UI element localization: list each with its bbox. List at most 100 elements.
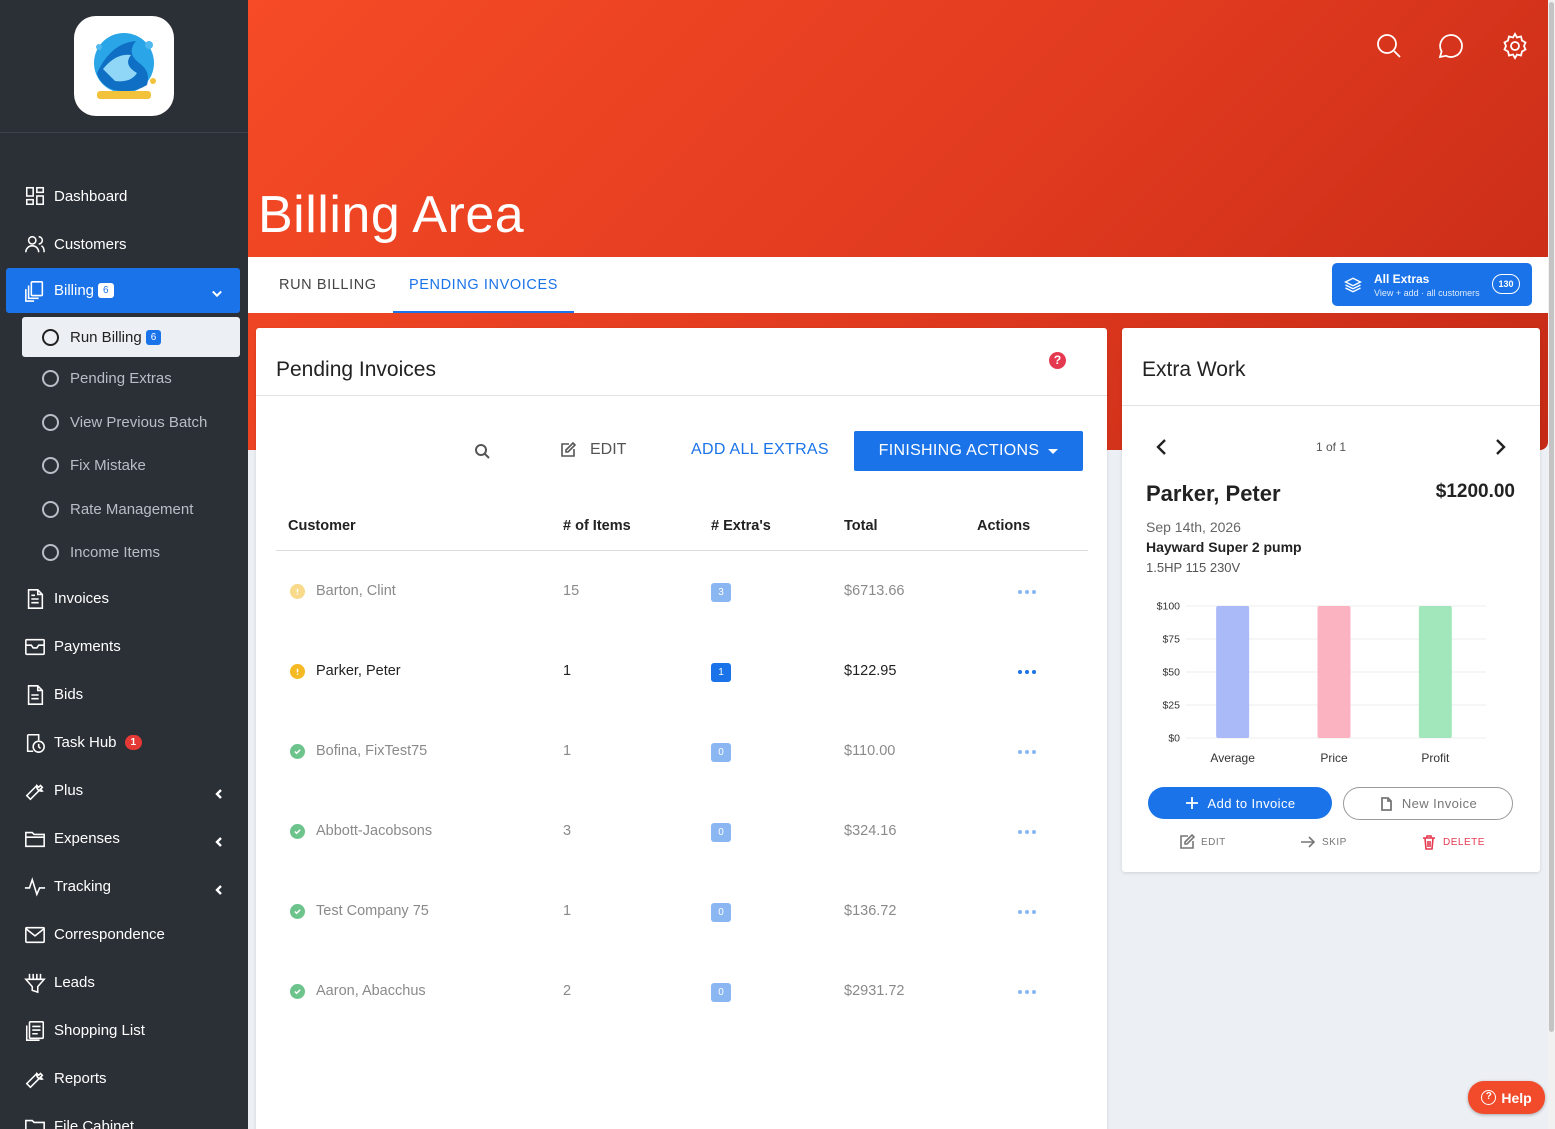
sidebar-item-label: Billing [54,282,95,299]
sidebar-item-label: Expenses [54,830,120,847]
table-row[interactable]: Barton, Clint 15 3 $6713.66 [276,551,1088,631]
sidebar-item-billing[interactable]: Billing 6 [6,268,240,313]
gear-icon[interactable] [1501,32,1529,60]
sidebar-item-tracking[interactable]: Tracking [0,863,248,911]
sidebar-subitem-fix-mistake[interactable]: Fix Mistake [0,444,248,488]
payments-icon [24,636,46,658]
table-row[interactable]: Test Company 75 1 0 $136.72 [276,871,1088,951]
sidebar-item-correspondence[interactable]: Correspondence [0,911,248,959]
chevron-left-icon[interactable] [214,786,224,799]
extra-customer-name: Parker, Peter [1146,481,1281,506]
more-actions-icon[interactable] [1018,830,1036,834]
extra-skip-button[interactable]: SKIP [1300,834,1347,850]
sidebar-item-payments[interactable]: Payments [0,623,248,671]
chevron-down-icon[interactable] [212,286,224,297]
sidebar-subitem-run-billing[interactable]: Run Billing 6 [22,317,240,357]
logo-area [0,0,248,133]
company-logo[interactable] [74,16,174,116]
help-question-icon[interactable]: ? [1049,352,1066,369]
customer-name[interactable]: Abbott-Jacobsons [316,823,432,839]
more-actions-icon[interactable] [1018,990,1036,994]
customer-name[interactable]: Parker, Peter [316,663,401,679]
clock-icon [24,732,46,754]
check-icon [290,904,305,919]
extra-delete-button[interactable]: DELETE [1421,834,1485,850]
extra-edit-button[interactable]: EDIT [1179,834,1226,850]
all-extras-subtitle: View + add · all customers [1374,287,1480,298]
chevron-right-icon[interactable] [1493,438,1509,456]
sidebar-item-customers[interactable]: Customers [0,220,248,268]
sidebar-item-invoices[interactable]: Invoices [0,575,248,623]
tab-run-billing[interactable]: RUN BILLING [279,257,377,313]
circle-icon [42,370,59,388]
help-button[interactable]: ? Help [1468,1081,1545,1114]
pending-invoices-table: Customer # of Items # Extra's Total Acti… [276,506,1088,1031]
task-hub-badge: 1 [124,735,143,750]
customer-name[interactable]: Test Company 75 [316,903,429,919]
table-row[interactable]: Abbott-Jacobsons 3 0 $324.16 [276,791,1088,871]
row-total: $122.95 [844,663,897,679]
chevron-left-icon[interactable] [214,882,224,895]
sidebar-subitem-pending-extras[interactable]: Pending Extras [0,357,248,401]
more-actions-icon[interactable] [1018,750,1036,754]
row-total: $324.16 [844,823,897,839]
new-invoice-button[interactable]: New Invoice [1343,787,1513,820]
more-actions-icon[interactable] [1018,670,1036,674]
sidebar-subitem-income-items[interactable]: Income Items [0,531,248,575]
customer-name[interactable]: Barton, Clint [316,583,396,599]
row-total: $6713.66 [844,583,905,599]
more-actions-icon[interactable] [1018,910,1036,914]
extras-badge: 3 [711,583,731,602]
all-extras-count: 130 [1492,274,1520,294]
sidebar-nav: Dashboard Customers Billing 6 Run Billin… [0,172,248,1129]
search-icon[interactable] [474,443,490,459]
col-items[interactable]: # of Items [563,518,631,534]
edit-button[interactable]: EDIT [560,441,626,459]
customer-name[interactable]: Aaron, Abacchus [316,983,426,999]
all-extras-button[interactable]: All Extras View + add · all customers 13… [1332,263,1532,306]
sidebar-subitem-rate-management[interactable]: Rate Management [0,488,248,532]
extra-delete-label: DELETE [1443,836,1485,848]
warning-icon [290,664,305,679]
chart-bar [1216,606,1250,738]
table-row[interactable]: Bofina, FixTest75 1 0 $110.00 [276,711,1088,791]
sidebar-subitem-view-previous-batch[interactable]: View Previous Batch [0,401,248,445]
sidebar-item-reports[interactable]: Reports [0,1055,248,1103]
sidebar-item-dashboard[interactable]: Dashboard [0,172,248,220]
card-header: Pending Invoices ? [256,328,1107,396]
sidebar-item-label: Customers [54,235,127,253]
sidebar-item-leads[interactable]: Leads [0,959,248,1007]
check-icon [290,824,305,839]
table-header: Customer # of Items # Extra's Total Acti… [276,506,1088,551]
customer-name[interactable]: Bofina, FixTest75 [316,743,427,759]
sidebar-item-file-cabinet[interactable]: File Cabinet [0,1103,248,1129]
finishing-actions-button[interactable]: FINISHING ACTIONS [854,431,1083,471]
sidebar-item-plus[interactable]: Plus [0,767,248,815]
more-actions-icon[interactable] [1018,590,1036,594]
item-count: 1 [563,743,572,759]
table-row[interactable]: Parker, Peter 1 1 $122.95 [276,631,1088,711]
sidebar-item-expenses[interactable]: Expenses [0,815,248,863]
layers-icon [1344,276,1362,293]
table-row[interactable]: Aaron, Abacchus 2 0 $2931.72 [276,951,1088,1031]
sidebar-item-shopping-list[interactable]: Shopping List [0,1007,248,1055]
col-extras[interactable]: # Extra's [711,518,771,534]
sidebar-item-task-hub[interactable]: Task Hub 1 [0,719,248,767]
y-tick-label: $50 [1162,667,1180,679]
subitem-label: Income Items [70,544,161,562]
tab-pending-invoices[interactable]: PENDING INVOICES [393,257,574,313]
chart-bar [1317,606,1351,738]
col-customer[interactable]: Customer [288,518,356,534]
col-total[interactable]: Total [844,518,878,534]
chevron-left-icon[interactable] [214,834,224,847]
circle-icon [42,328,59,346]
page-scrollbar[interactable] [1548,0,1555,1129]
search-icon[interactable] [1375,32,1403,60]
chat-icon[interactable] [1437,32,1465,60]
add-to-invoice-button[interactable]: Add to Invoice [1148,787,1332,819]
extra-amount: $1200.00 [1435,481,1515,502]
question-circle-icon: ? [1481,1090,1497,1105]
sidebar-item-bids[interactable]: Bids [0,671,248,719]
add-all-extras-button[interactable]: ADD ALL EXTRAS [691,441,829,459]
sidebar-item-label: Bids [54,686,84,703]
